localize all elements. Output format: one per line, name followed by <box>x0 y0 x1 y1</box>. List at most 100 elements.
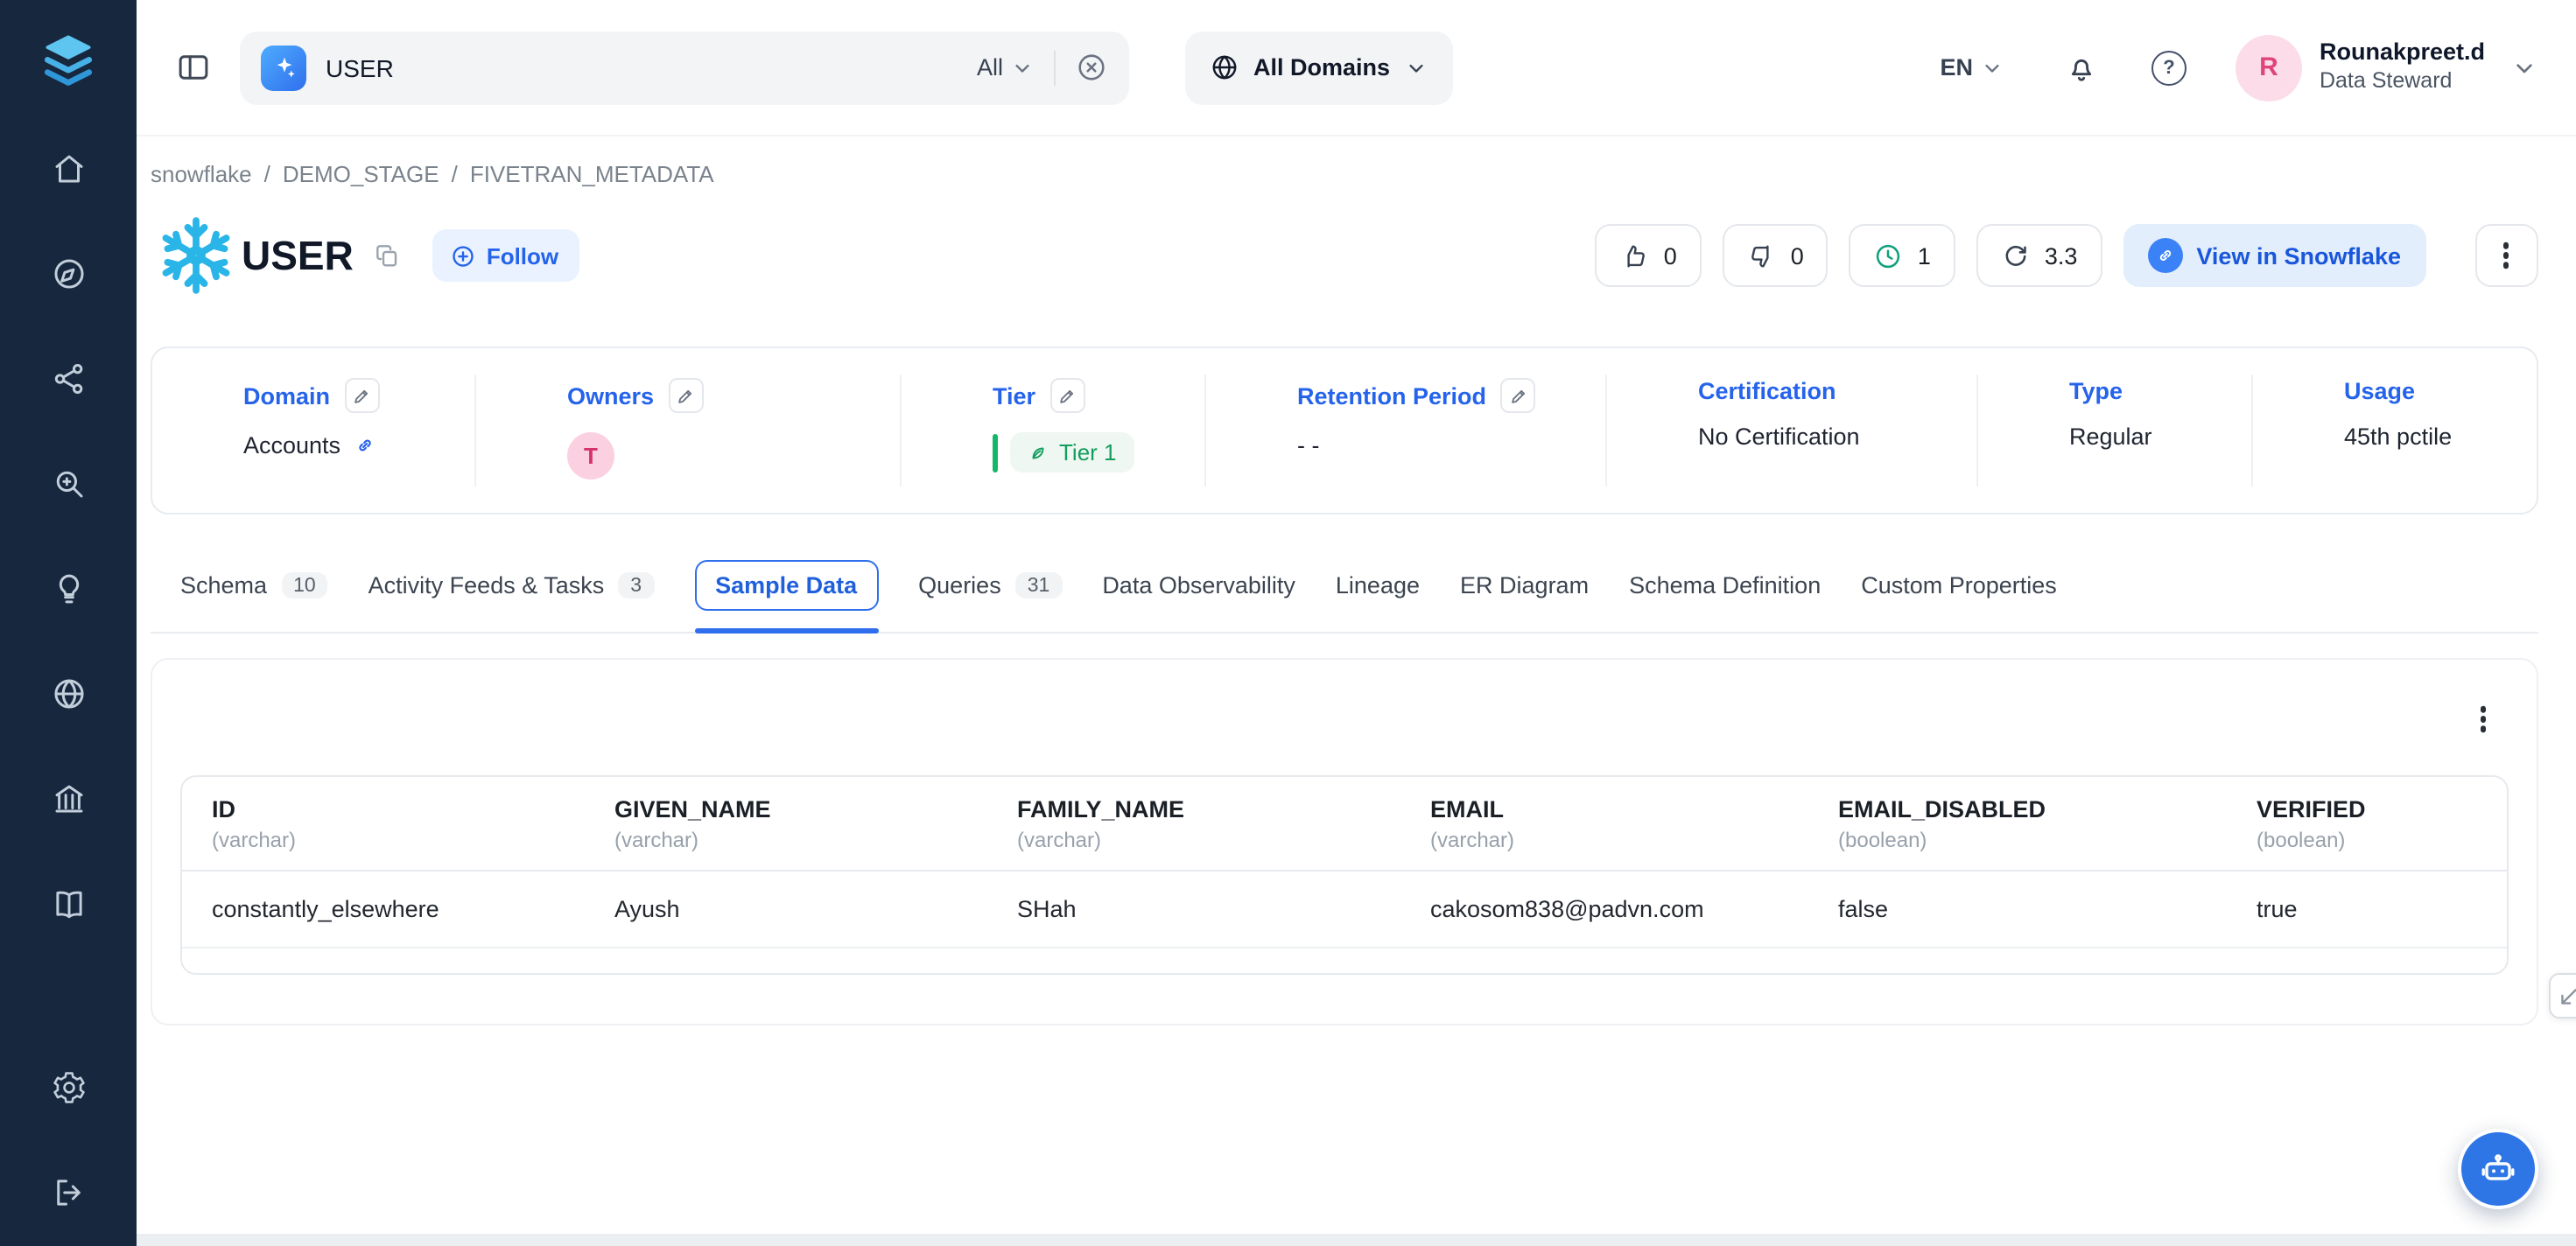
sample-data-table: ID(varchar) GIVEN_NAME(varchar) FAMILY_N… <box>180 775 2508 975</box>
follow-button[interactable]: Follow <box>432 229 579 282</box>
overview-card: Domain Accounts Owners T Tier Tier 1 <box>151 346 2537 514</box>
edit-pencil-icon[interactable] <box>1500 378 1535 413</box>
asset-header: USER Follow 0 0 1 <box>151 210 2537 301</box>
search-clear-icon[interactable] <box>1075 51 1108 84</box>
tab-lineage[interactable]: Lineage <box>1336 572 1420 598</box>
notifications-bell-icon[interactable] <box>2064 50 2099 85</box>
recency-button[interactable]: 1 <box>1850 224 1955 287</box>
snowflake-logo-icon <box>151 210 242 301</box>
globe-icon[interactable] <box>50 676 87 712</box>
main-content: snowflake / DEMO_STAGE / FIVETRAN_METADA… <box>137 136 2576 1234</box>
column-header[interactable]: ID(varchar) <box>182 777 585 872</box>
tab-data-observability[interactable]: Data Observability <box>1102 572 1295 598</box>
tab-queries[interactable]: Queries31 <box>918 572 1062 598</box>
edit-pencil-icon[interactable] <box>668 378 703 413</box>
kebab-icon <box>2502 252 2509 258</box>
kebab-icon <box>2480 716 2486 722</box>
breadcrumb: snowflake / DEMO_STAGE / FIVETRAN_METADA… <box>151 161 2537 187</box>
user-role: Data Steward <box>2320 68 2485 95</box>
field-certification: Certification No Certification <box>1607 374 1978 486</box>
view-in-snowflake-button[interactable]: View in Snowflake <box>2123 224 2425 287</box>
breadcrumb-separator: / <box>264 161 270 187</box>
app-window: USER All All Domains EN ? R Rounakpreet.… <box>0 0 2576 1246</box>
circle-plus-icon <box>450 242 476 269</box>
tab-sample-data[interactable]: Sample Data <box>694 560 878 611</box>
column-header[interactable]: VERIFIED(boolean) <box>2227 777 2506 872</box>
search-input[interactable]: USER <box>326 53 958 81</box>
tab-schema-definition[interactable]: Schema Definition <box>1629 572 1821 598</box>
thumbs-up-icon <box>1620 241 1650 270</box>
refresh-icon <box>2001 241 2031 270</box>
help-icon[interactable]: ? <box>2151 50 2186 85</box>
table-cell: cakosom838@padvn.com <box>1400 872 1808 948</box>
copy-icon[interactable] <box>373 242 401 270</box>
horizontal-scrollbar[interactable] <box>137 1234 2576 1246</box>
user-identity: Rounakpreet.d Data Steward <box>2320 39 2485 96</box>
clock-icon <box>1874 241 1904 270</box>
glossary-book-icon[interactable] <box>50 886 87 922</box>
user-avatar[interactable]: R <box>2236 34 2302 101</box>
breadcrumb-separator: / <box>452 161 458 187</box>
tab-activity-feeds-tasks[interactable]: Activity Feeds & Tasks3 <box>369 572 654 598</box>
leaf-icon <box>1028 442 1049 463</box>
edit-pencil-icon[interactable] <box>1049 378 1084 413</box>
user-menu-chevron-icon[interactable] <box>2509 53 2537 81</box>
likes-button[interactable]: 0 <box>1596 224 1702 287</box>
dislikes-button[interactable]: 0 <box>1723 224 1828 287</box>
language-dropdown[interactable]: EN <box>1940 54 2004 80</box>
tier-badge[interactable]: Tier 1 <box>1010 432 1134 472</box>
search-divider <box>1054 50 1056 85</box>
asset-more-menu-button[interactable] <box>2474 224 2537 287</box>
sidebar <box>0 0 137 1246</box>
settings-gear-icon[interactable] <box>50 1069 87 1106</box>
tier-accent-bar <box>993 433 998 472</box>
side-panel-expand-icon[interactable] <box>2548 973 2576 1018</box>
owner-avatar[interactable]: T <box>567 432 614 480</box>
page-title: USER <box>242 232 354 279</box>
global-search-bar[interactable]: USER All <box>240 31 1129 104</box>
topbar: USER All All Domains EN ? R Rounakpreet.… <box>137 0 2576 136</box>
sample-data-more-menu[interactable] <box>2462 698 2504 740</box>
column-header[interactable]: GIVEN_NAME(varchar) <box>585 777 987 872</box>
column-header[interactable]: EMAIL(varchar) <box>1400 777 1808 872</box>
tab-badge: 3 <box>618 572 654 598</box>
search-scope-dropdown[interactable]: All <box>977 54 1035 80</box>
logout-icon[interactable] <box>50 1174 87 1211</box>
chatbot-button[interactable] <box>2457 1129 2537 1209</box>
sidebar-footer <box>50 1069 87 1211</box>
table-row[interactable]: constantly_elsewhere Ayush SHah cakosom8… <box>182 872 2506 948</box>
table-cell: true <box>2227 872 2506 948</box>
column-header[interactable]: EMAIL_DISABLED(boolean) <box>1808 777 2227 872</box>
search-tool-icon[interactable] <box>50 466 87 502</box>
score-button[interactable]: 3.3 <box>1976 224 2102 287</box>
all-domains-dropdown[interactable]: All Domains <box>1185 31 1453 104</box>
compass-icon[interactable] <box>50 256 87 292</box>
edit-pencil-icon[interactable] <box>344 378 379 413</box>
domain-value[interactable]: Accounts <box>243 432 340 458</box>
thumbs-down-icon <box>1747 241 1777 270</box>
field-retention-period: Retention Period - - <box>1206 374 1607 486</box>
breadcrumb-item[interactable]: snowflake <box>151 161 252 187</box>
ai-sparkle-icon <box>261 45 306 90</box>
network-icon[interactable] <box>50 360 87 397</box>
tab-schema[interactable]: Schema10 <box>180 572 328 598</box>
chevron-down-icon <box>1404 55 1428 80</box>
tab-custom-properties[interactable]: Custom Properties <box>1861 572 2057 598</box>
chevron-down-icon <box>1010 55 1035 80</box>
column-header[interactable]: FAMILY_NAME(varchar) <box>987 777 1400 872</box>
insights-bulb-icon[interactable] <box>50 570 87 607</box>
atlan-logo-icon[interactable] <box>35 24 102 91</box>
topbar-right: EN ? R Rounakpreet.d Data Steward <box>1940 34 2537 101</box>
home-icon[interactable] <box>50 150 87 187</box>
sidebar-nav <box>50 150 87 922</box>
domain-link-icon[interactable] <box>353 434 376 457</box>
asset-actions: 0 0 1 3.3 View in Snowflake <box>1596 224 2537 287</box>
breadcrumb-item[interactable]: DEMO_STAGE <box>283 161 439 187</box>
panel-toggle-icon[interactable] <box>175 49 212 86</box>
table-cell: Ayush <box>585 872 987 948</box>
user-name: Rounakpreet.d <box>2320 39 2485 69</box>
breadcrumb-item[interactable]: FIVETRAN_METADATA <box>470 161 714 187</box>
tab-er-diagram[interactable]: ER Diagram <box>1460 572 1589 598</box>
governance-bank-icon[interactable] <box>50 780 87 817</box>
table-header-row: ID(varchar) GIVEN_NAME(varchar) FAMILY_N… <box>182 777 2506 872</box>
